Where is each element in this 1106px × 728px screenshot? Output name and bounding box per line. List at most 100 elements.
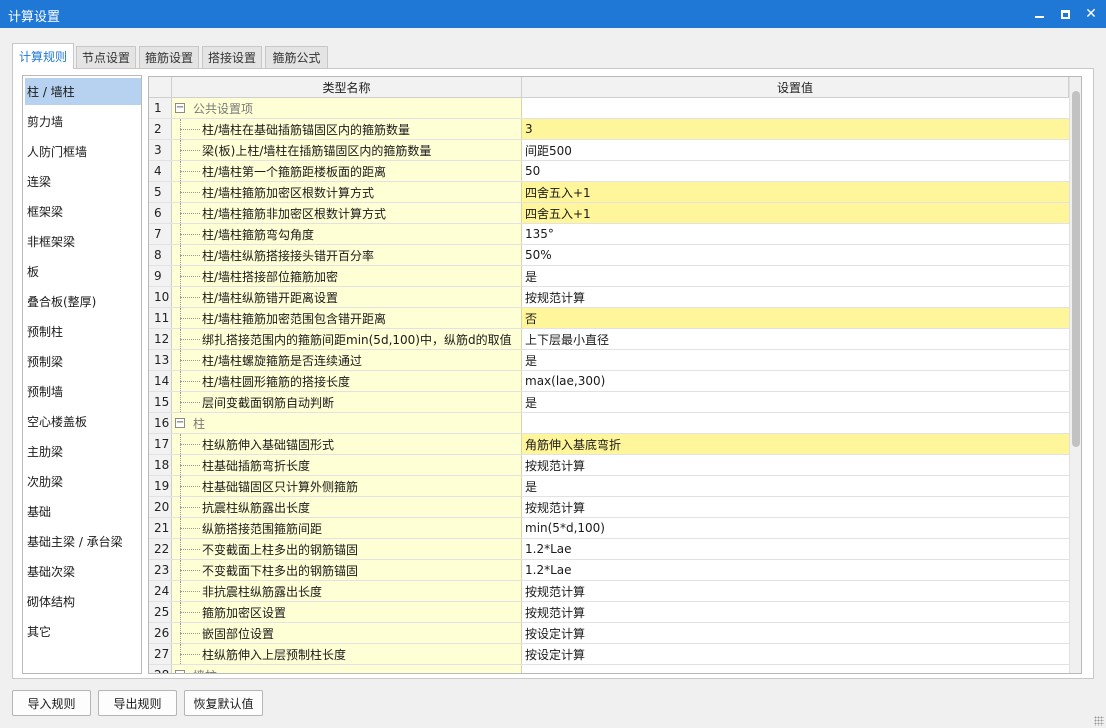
setting-name: 梁(板)上柱/墙柱在插筋锚固区内的箍筋数量 (202, 143, 432, 158)
setting-value-cell[interactable] (522, 98, 1069, 118)
tab-node-settings[interactable]: 节点设置 (76, 46, 136, 68)
table-row[interactable]: 7 柱/墙柱箍筋弯勾角度 135° (149, 224, 1069, 245)
setting-value-cell[interactable]: 角筋伸入基底弯折 (522, 434, 1069, 454)
table-row[interactable]: 17 柱纵筋伸入基础锚固形式 角筋伸入基底弯折 (149, 434, 1069, 455)
resize-grip-icon[interactable] (1094, 716, 1104, 726)
restore-defaults-button[interactable]: 恢复默认值 (184, 690, 263, 716)
table-row[interactable]: 3 梁(板)上柱/墙柱在插筋锚固区内的箍筋数量 间距500 (149, 140, 1069, 161)
collapse-minus-icon[interactable]: − (175, 418, 185, 428)
setting-value-cell[interactable]: max(lae,300) (522, 371, 1069, 391)
sidebar-item[interactable]: 人防门框墙 (25, 138, 141, 165)
table-row[interactable]: 21 纵筋搭接范围箍筋间距 min(5*d,100) (149, 518, 1069, 539)
tree-connector (172, 518, 202, 538)
tab-lap-settings[interactable]: 搭接设置 (202, 46, 262, 68)
sidebar-item[interactable]: 其它 (25, 618, 141, 645)
setting-value-cell[interactable]: 间距500 (522, 140, 1069, 160)
setting-value-cell[interactable]: 按规范计算 (522, 455, 1069, 475)
table-row[interactable]: 14 柱/墙柱圆形箍筋的搭接长度 max(lae,300) (149, 371, 1069, 392)
setting-name: 层间变截面钢筋自动判断 (202, 395, 335, 410)
table-row[interactable]: 6 柱/墙柱箍筋非加密区根数计算方式 四舍五入+1 (149, 203, 1069, 224)
maximize-button[interactable] (1054, 4, 1076, 24)
minimize-button[interactable] (1028, 4, 1050, 24)
table-row[interactable]: 19 柱基础锚固区只计算外侧箍筋 是 (149, 476, 1069, 497)
setting-value-cell[interactable]: 四舍五入+1 (522, 203, 1069, 223)
row-number: 1 (149, 98, 172, 118)
setting-value-cell[interactable]: 是 (522, 392, 1069, 412)
group-row[interactable]: 1− 公共设置项 (149, 98, 1069, 119)
vertical-scrollbar[interactable] (1069, 77, 1081, 673)
sidebar-item[interactable]: 空心楼盖板 (25, 408, 141, 435)
setting-value-cell[interactable]: 否 (522, 308, 1069, 328)
tab-stirrup-formula[interactable]: 箍筋公式 (265, 46, 328, 68)
close-button[interactable]: ✕ (1080, 4, 1102, 24)
sidebar-item[interactable]: 非框架梁 (25, 228, 141, 255)
setting-value-cell[interactable]: min(5*d,100) (522, 518, 1069, 538)
sidebar-item[interactable]: 剪力墙 (25, 108, 141, 135)
sidebar-item[interactable]: 预制柱 (25, 318, 141, 345)
sidebar-item[interactable]: 连梁 (25, 168, 141, 195)
table-row[interactable]: 9 柱/墙柱搭接部位箍筋加密 是 (149, 266, 1069, 287)
tree-connector (172, 560, 202, 580)
setting-value-cell[interactable] (522, 413, 1069, 433)
setting-value-cell[interactable]: 按规范计算 (522, 602, 1069, 622)
tab-stirrup-settings[interactable]: 箍筋设置 (139, 46, 199, 68)
table-row[interactable]: 13 柱/墙柱螺旋箍筋是否连续通过 是 (149, 350, 1069, 371)
sidebar-item[interactable]: 主肋梁 (25, 438, 141, 465)
table-row[interactable]: 23 不变截面下柱多出的钢筋锚固 1.2*Lae (149, 560, 1069, 581)
table-row[interactable]: 5 柱/墙柱箍筋加密区根数计算方式 四舍五入+1 (149, 182, 1069, 203)
sidebar-item[interactable]: 预制梁 (25, 348, 141, 375)
setting-value-cell[interactable]: 按设定计算 (522, 644, 1069, 664)
scrollbar-thumb[interactable] (1072, 91, 1080, 447)
type-name-cell: 不变截面上柱多出的钢筋锚固 (172, 539, 522, 559)
setting-name: 柱/墙柱箍筋加密范围包含错开距离 (202, 311, 387, 326)
sidebar-item[interactable]: 叠合板(整厚) (25, 288, 141, 315)
table-row[interactable]: 10 柱/墙柱纵筋错开距离设置 按规范计算 (149, 287, 1069, 308)
collapse-minus-icon[interactable]: − (175, 103, 185, 113)
sidebar-item[interactable]: 砌体结构 (25, 588, 141, 615)
table-row[interactable]: 8 柱/墙柱纵筋搭接接头错开百分率 50% (149, 245, 1069, 266)
table-row[interactable]: 12 绑扎搭接范围内的箍筋间距min(5d,100)中，纵筋d的取值 上下层最小直径 (149, 329, 1069, 350)
sidebar-item[interactable]: 基础次梁 (25, 558, 141, 585)
setting-value-cell[interactable]: 50% (522, 245, 1069, 265)
table-row[interactable]: 18 柱基础插筋弯折长度 按规范计算 (149, 455, 1069, 476)
import-rules-button[interactable]: 导入规则 (12, 690, 91, 716)
sidebar-item[interactable]: 预制墙 (25, 378, 141, 405)
table-row[interactable]: 24 非抗震柱纵筋露出长度 按规范计算 (149, 581, 1069, 602)
collapse-minus-icon[interactable]: − (175, 670, 185, 673)
sidebar-item[interactable]: 柱 / 墙柱 (25, 78, 141, 105)
setting-value-cell[interactable]: 50 (522, 161, 1069, 181)
sidebar-item[interactable]: 板 (25, 258, 141, 285)
table-row[interactable]: 25 箍筋加密区设置 按规范计算 (149, 602, 1069, 623)
table-row[interactable]: 20 抗震柱纵筋露出长度 按规范计算 (149, 497, 1069, 518)
setting-value-cell[interactable]: 按规范计算 (522, 287, 1069, 307)
table-row[interactable]: 4 柱/墙柱第一个箍筋距楼板面的距离 50 (149, 161, 1069, 182)
setting-value-cell[interactable] (522, 665, 1069, 673)
sidebar-item[interactable]: 框架梁 (25, 198, 141, 225)
setting-value-cell[interactable]: 135° (522, 224, 1069, 244)
setting-value-cell[interactable]: 是 (522, 350, 1069, 370)
group-row[interactable]: 28− 墙柱 (149, 665, 1069, 673)
group-label: 公共设置项 (193, 101, 254, 116)
sidebar-item[interactable]: 基础 (25, 498, 141, 525)
table-row[interactable]: 2 柱/墙柱在基础插筋锚固区内的箍筋数量 3 (149, 119, 1069, 140)
setting-value-cell[interactable]: 按规范计算 (522, 581, 1069, 601)
setting-value-cell[interactable]: 按规范计算 (522, 497, 1069, 517)
sidebar-item[interactable]: 基础主梁 / 承台梁 (25, 528, 141, 555)
table-row[interactable]: 11 柱/墙柱箍筋加密范围包含错开距离 否 (149, 308, 1069, 329)
table-row[interactable]: 26 嵌固部位设置 按设定计算 (149, 623, 1069, 644)
setting-value-cell[interactable]: 是 (522, 266, 1069, 286)
setting-value-cell[interactable]: 四舍五入+1 (522, 182, 1069, 202)
setting-value-cell[interactable]: 1.2*Lae (522, 539, 1069, 559)
setting-value-cell[interactable]: 上下层最小直径 (522, 329, 1069, 349)
export-rules-button[interactable]: 导出规则 (98, 690, 177, 716)
group-row[interactable]: 16− 柱 (149, 413, 1069, 434)
table-row[interactable]: 27 柱纵筋伸入上层预制柱长度 按设定计算 (149, 644, 1069, 665)
tab-calc-rules[interactable]: 计算规则 (12, 43, 74, 69)
setting-value-cell[interactable]: 1.2*Lae (522, 560, 1069, 580)
setting-value-cell[interactable]: 是 (522, 476, 1069, 496)
table-row[interactable]: 15 层间变截面钢筋自动判断 是 (149, 392, 1069, 413)
table-row[interactable]: 22 不变截面上柱多出的钢筋锚固 1.2*Lae (149, 539, 1069, 560)
setting-value-cell[interactable]: 按设定计算 (522, 623, 1069, 643)
setting-value-cell[interactable]: 3 (522, 119, 1069, 139)
sidebar-item[interactable]: 次肋梁 (25, 468, 141, 495)
